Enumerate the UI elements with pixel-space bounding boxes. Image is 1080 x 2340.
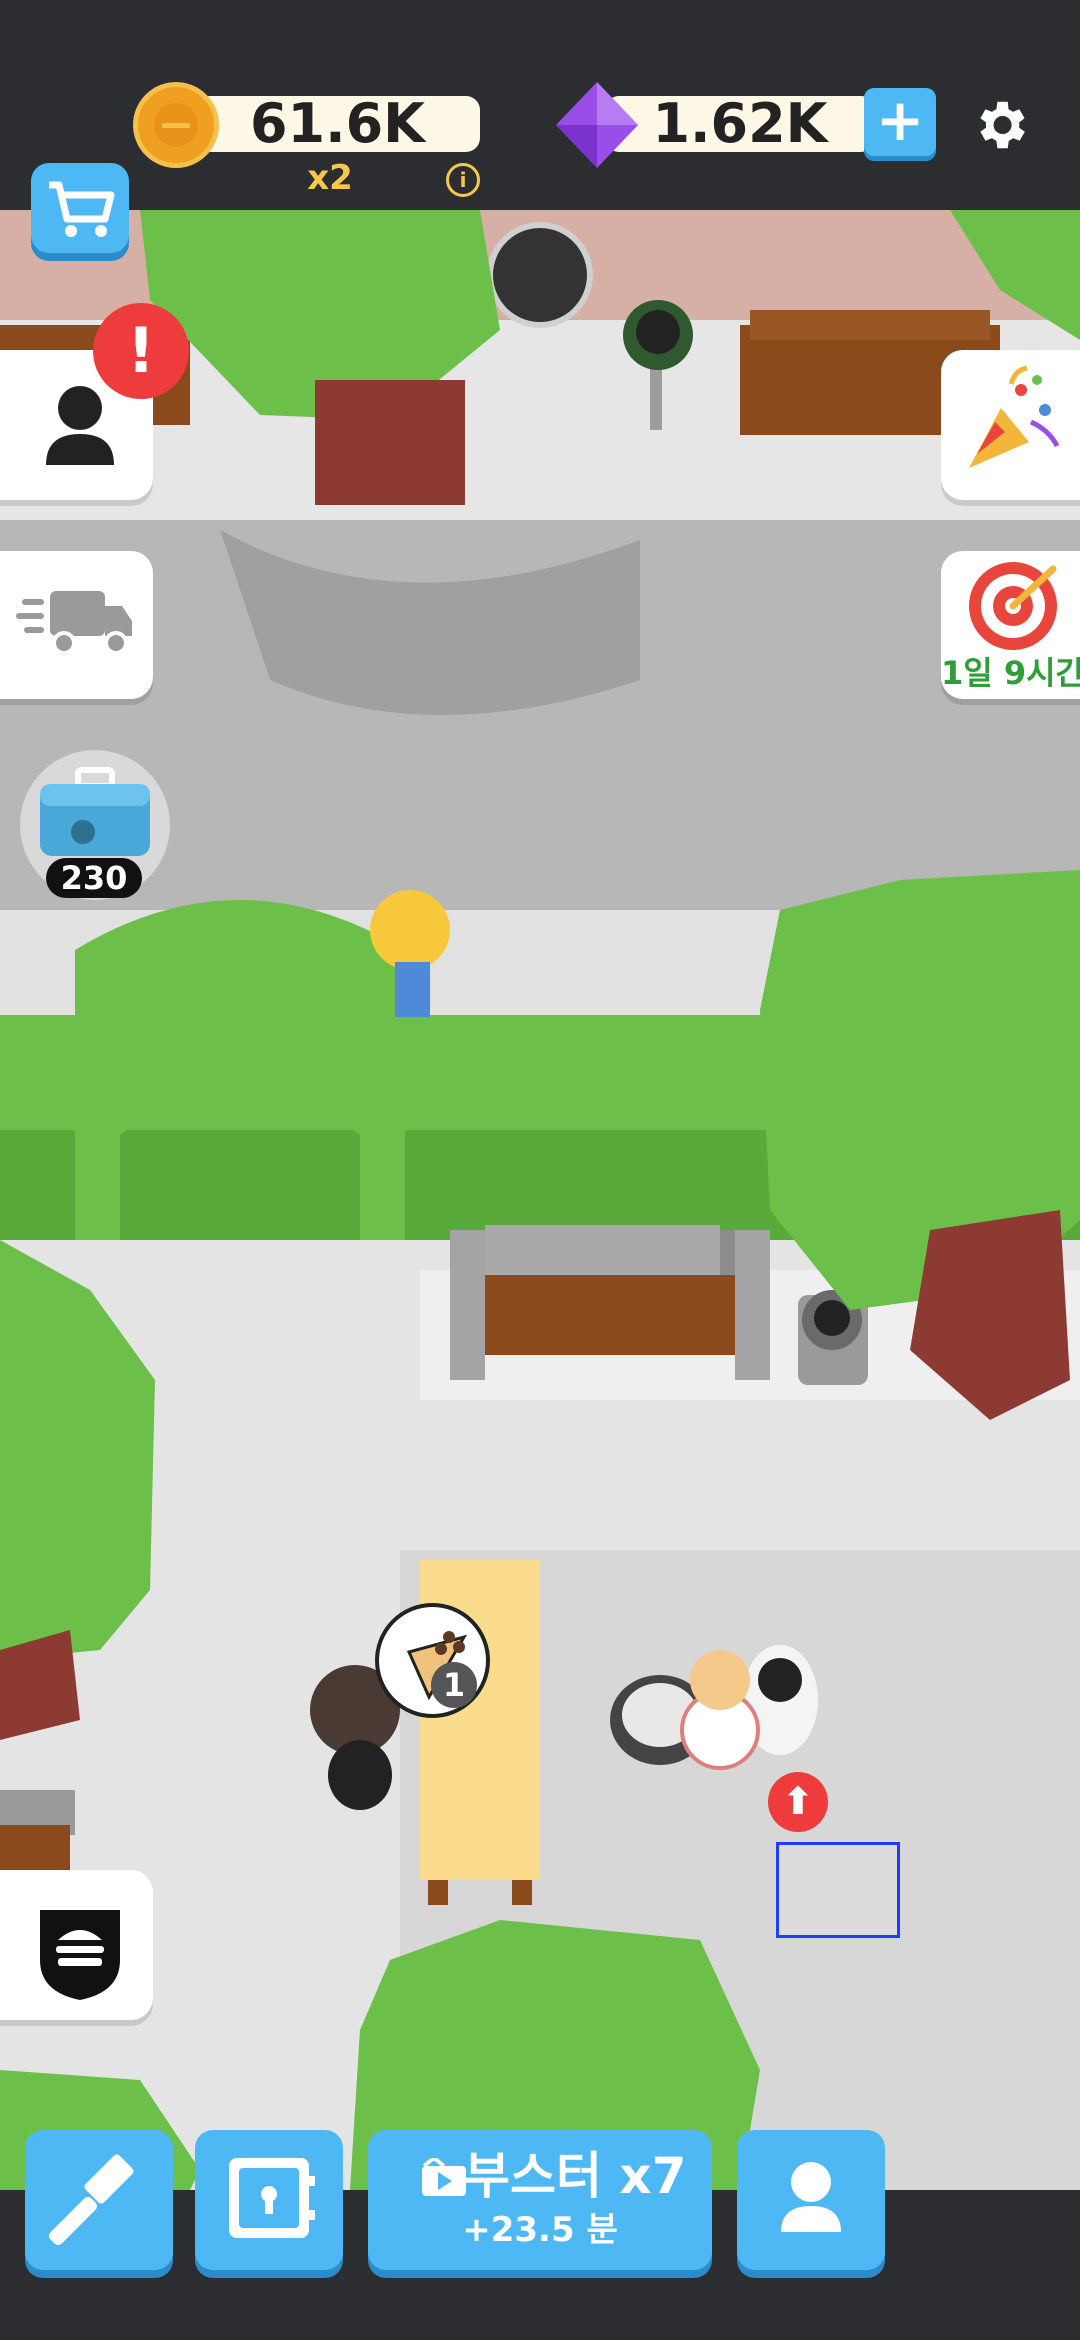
- add-gems-button[interactable]: +: [864, 88, 936, 156]
- gem-amount: 1.62K: [652, 92, 828, 155]
- goal-timer: 1일 9시간: [941, 654, 1080, 692]
- booster-label: 부스터 x7: [464, 2147, 687, 2205]
- coin-icon: [133, 82, 219, 168]
- settings-gear-icon[interactable]: [969, 94, 1031, 156]
- game-scene[interactable]: [0, 210, 1080, 2190]
- coin-counter[interactable]: 61.6K: [195, 96, 480, 152]
- toolbox-button[interactable]: 230: [20, 750, 170, 900]
- target-icon: [969, 562, 1057, 650]
- burger-badge-icon: [40, 1910, 120, 2000]
- shop-cart-button[interactable]: [31, 163, 129, 253]
- coin-amount: 61.6K: [249, 92, 426, 155]
- hammer-icon: [48, 2154, 134, 2246]
- event-party-button[interactable]: [941, 350, 1080, 500]
- daily-goal-button[interactable]: 1일 9시간: [941, 551, 1080, 699]
- placement-zone[interactable]: [776, 1842, 900, 1938]
- scene-art: [0, 210, 1080, 2190]
- delivery-truck-icon: [16, 591, 132, 655]
- staff-button[interactable]: [737, 2130, 885, 2270]
- order-bubble[interactable]: 1: [375, 1603, 490, 1718]
- video-ad-icon: [422, 2158, 466, 2196]
- cart-icon: [49, 181, 115, 237]
- toolbox-count: 230: [46, 858, 142, 898]
- info-icon[interactable]: i: [446, 163, 480, 197]
- upgrade-arrow-icon[interactable]: ⬆: [768, 1772, 828, 1832]
- person-icon: [781, 2162, 841, 2232]
- order-count-badge: 1: [431, 1662, 477, 1708]
- coin-multiplier: x2: [307, 158, 353, 198]
- menu-book-button[interactable]: [0, 1870, 153, 2020]
- booster-time: +23.5 분: [462, 2210, 618, 2250]
- safe-icon: [229, 2158, 315, 2238]
- gem-icon: [556, 82, 638, 168]
- party-popper-icon: [969, 365, 1060, 468]
- build-hammer-button[interactable]: [25, 2130, 173, 2270]
- plus-icon: +: [875, 86, 925, 154]
- vault-button[interactable]: [195, 2130, 343, 2270]
- booster-button[interactable]: 부스터 x7 +23.5 분: [368, 2130, 712, 2270]
- alert-badge: !: [93, 303, 189, 399]
- gem-counter[interactable]: 1.62K: [605, 96, 875, 152]
- delivery-button[interactable]: [0, 551, 153, 699]
